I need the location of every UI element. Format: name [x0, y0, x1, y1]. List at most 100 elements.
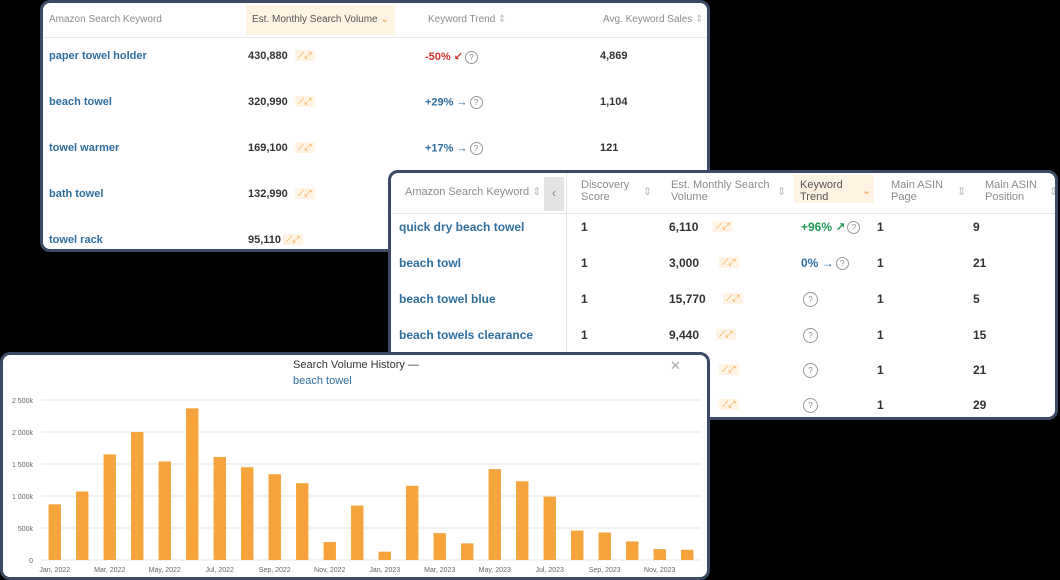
keyword-link[interactable]: towel warmer — [49, 142, 119, 154]
bar — [268, 474, 281, 560]
help-icon[interactable]: ? — [803, 398, 818, 414]
col-keyword-label: Amazon Search Keyword — [405, 186, 530, 198]
asin-page: 1 — [877, 328, 884, 342]
y-tick-label: 1 500k — [12, 462, 34, 469]
x-tick-label: May, 2022 — [149, 567, 181, 574]
help-icon[interactable]: ? — [835, 257, 849, 271]
keyword-link[interactable]: beach towels clearance — [399, 328, 533, 342]
keyword-link[interactable]: beach towl — [399, 256, 461, 270]
x-tick-label: Jan, 2023 — [369, 567, 400, 574]
volume-value: 132,990 — [248, 188, 288, 200]
x-tick-label: Jan, 2022 — [39, 567, 70, 574]
asin-page: 1 — [877, 256, 884, 270]
trend-sparkline-icon[interactable]: ⟋⤢ — [295, 142, 315, 153]
bar — [131, 432, 144, 560]
x-tick-label: Sep, 2023 — [589, 567, 621, 574]
trend-cell: ? — [801, 328, 818, 344]
help-icon[interactable]: ? — [469, 96, 483, 109]
help-icon[interactable]: ? — [803, 292, 818, 308]
col-discovery-header[interactable]: Discovery Score — [581, 179, 641, 203]
col-sales-label: Avg. Keyword Sales — [603, 14, 693, 25]
sort-icon: ⇕ — [957, 186, 967, 198]
trend-sparkline-icon[interactable]: ⟋⤢ — [283, 234, 303, 245]
bar — [488, 469, 501, 560]
keyword-link[interactable]: beach towel blue — [399, 292, 496, 306]
col-trend-label: Keyword Trend — [428, 14, 496, 25]
trend-sparkline-icon[interactable]: ⟋⤢ — [295, 96, 315, 107]
col-trend-header[interactable]: Keyword Trend ⇕ — [428, 14, 506, 25]
trend-sparkline-icon[interactable]: ⟋⤢ — [719, 257, 739, 268]
keyword-link[interactable]: beach towel — [49, 96, 112, 108]
col-volume-header[interactable]: Est. Monthly Search Volume ⌄ — [246, 5, 395, 35]
search-volume-history-modal: Search Volume History — beach towel ✕ 05… — [0, 352, 710, 580]
trend-sparkline-icon[interactable]: ⟋⤢ — [723, 293, 743, 304]
trend-value: +96% — [801, 220, 833, 234]
volume-value: 15,770 — [669, 292, 706, 306]
table-row: quick dry beach towel 1 6,110 ⟋⤢ +96% ↗?… — [391, 216, 1055, 251]
help-icon[interactable]: ? — [469, 142, 483, 155]
volume-value: 6,110 — [669, 220, 699, 234]
table-row: beach towl 1 3,000 ⟋⤢ 0% →? 1 21 — [391, 251, 1055, 286]
col-sales-header[interactable]: Avg. Keyword Sales ⇕ — [603, 14, 703, 25]
trend-sparkline-icon[interactable]: ⟋⤢ — [716, 329, 736, 340]
bar — [516, 481, 529, 560]
trend-value: +29% — [425, 96, 454, 109]
col-keyword-header[interactable]: Amazon Search Keyword — [49, 14, 162, 25]
sales-value: 4,869 — [600, 50, 628, 62]
col-volume-label: Est. Monthly Search Volume — [671, 179, 770, 203]
asin-position: 21 — [973, 363, 987, 377]
volume-value: 320,990 — [248, 96, 288, 108]
trend-sparkline-icon[interactable]: ⟋⤢ — [295, 188, 315, 199]
bar — [653, 549, 666, 560]
bar — [681, 549, 694, 560]
table-row: paper towel holder 430,880 ⟋⤢ -50% ↙? 4,… — [43, 43, 707, 89]
keyword-link[interactable]: paper towel holder — [49, 50, 147, 62]
trend-cell: +96% ↗? — [801, 220, 861, 235]
col-page-label: Main ASIN Page — [891, 179, 943, 203]
x-tick-label: Jul, 2023 — [536, 567, 565, 574]
bar — [406, 485, 419, 560]
asin-position: 5 — [973, 292, 980, 306]
asin-page: 1 — [877, 363, 884, 377]
collapse-column-button[interactable]: ‹ — [544, 177, 564, 211]
help-icon[interactable]: ? — [847, 221, 861, 235]
discovery-score: 1 — [581, 256, 588, 270]
col-position-header[interactable]: Main ASIN Position — [985, 179, 1045, 203]
sort-desc-icon: ⌄ — [380, 14, 389, 25]
trend-sparkline-icon[interactable]: ⟋⤢ — [719, 399, 739, 410]
asin-page: 1 — [877, 292, 884, 306]
arrow-up-right-icon: ↗ — [835, 220, 846, 234]
bar — [158, 461, 171, 560]
bar — [323, 542, 336, 560]
keyword-link[interactable]: quick dry beach towel — [399, 220, 524, 234]
trend-sparkline-icon[interactable]: ⟋⤢ — [719, 364, 739, 375]
sort-icon: ⇕ — [777, 186, 787, 198]
asin-page: 1 — [877, 398, 884, 412]
keyword-link[interactable]: towel rack — [49, 234, 103, 246]
trend-value: 0% — [801, 256, 819, 270]
keyword-link[interactable]: bath towel — [49, 188, 103, 200]
col-page-header[interactable]: Main ASIN Page — [891, 179, 951, 203]
col-trend-header[interactable]: Keyword Trend ⌄ — [794, 175, 874, 203]
help-icon[interactable]: ? — [464, 50, 478, 64]
volume-value: 95,110 — [248, 234, 282, 246]
bar — [213, 456, 226, 560]
bar — [571, 530, 584, 560]
col-volume-header[interactable]: Est. Monthly Search Volume — [671, 179, 776, 203]
sort-icon: ⇕ — [1049, 186, 1058, 198]
col-keyword-header[interactable]: Amazon Search Keyword ⇕ — [405, 186, 541, 198]
trend-sparkline-icon[interactable]: ⟋⤢ — [713, 221, 733, 232]
arrow-right-icon: → — [456, 96, 468, 109]
table-row: beach towel blue 1 15,770 ⟋⤢ ? 1 5 — [391, 286, 1055, 321]
bar — [186, 408, 199, 560]
bar-chart: 0 500k 1 000k 1 500k 2 000k 2 500k Jan, 2022 Ma… — [12, 398, 701, 574]
trend-sparkline-icon[interactable]: ⟋⤢ — [295, 50, 315, 61]
x-tick-label: Jul, 2022 — [206, 567, 235, 574]
y-tick-label: 2 000k — [12, 430, 34, 437]
help-icon[interactable]: ? — [803, 363, 818, 379]
col-discovery-label: Discovery Score — [581, 179, 630, 203]
bar — [76, 491, 89, 560]
help-icon[interactable]: ? — [803, 328, 818, 344]
y-tick-label: 0 — [29, 558, 33, 565]
bar — [626, 541, 639, 560]
